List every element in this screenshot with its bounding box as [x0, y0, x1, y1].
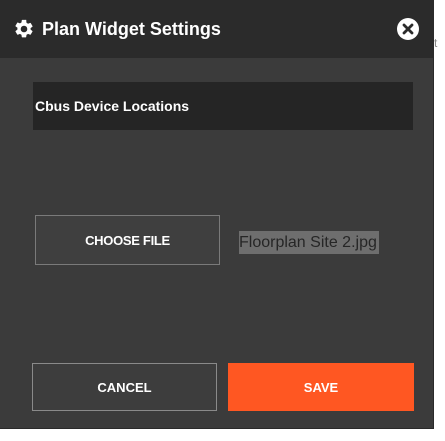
dialog-header: Plan Widget Settings [0, 0, 433, 58]
gear-icon [15, 19, 33, 38]
cancel-button[interactable]: CANCEL [32, 363, 217, 411]
save-button[interactable]: SAVE [228, 363, 414, 411]
plan-widget-settings-dialog: Plan Widget Settings CHOOSE FILE Floorpl… [0, 0, 434, 429]
dialog-title: Plan Widget Settings [42, 19, 221, 39]
close-icon[interactable] [396, 17, 420, 41]
choose-file-button[interactable]: CHOOSE FILE [35, 215, 220, 265]
widget-name-field[interactable] [33, 82, 413, 130]
selected-file-name: Floorplan Site 2.jpg [239, 231, 379, 254]
background-edge-text: t [434, 36, 438, 50]
